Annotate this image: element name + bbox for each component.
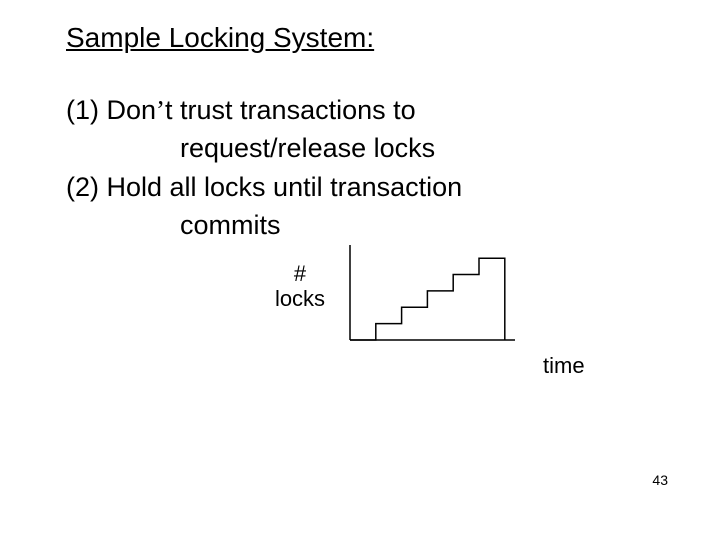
text-fragment: t trust transactions to (165, 95, 416, 125)
chart-series-line (350, 258, 505, 340)
slide: Sample Locking System: (1) Don’t trust t… (0, 0, 720, 540)
bullet-1-line-2: request/release locks (180, 133, 435, 164)
chart-x-axis-label: time (543, 353, 585, 379)
page-number: 43 (652, 472, 668, 488)
bullet-2-line-2: commits (180, 210, 281, 241)
slide-heading: Sample Locking System: (66, 22, 374, 54)
bullet-2-line-1: (2) Hold all locks until transaction (66, 172, 462, 203)
apostrophe: ’ (156, 95, 165, 125)
chart-axes-icon (350, 245, 515, 340)
bullet-1-line-1: (1) Don’t trust transactions to (66, 95, 416, 126)
text-fragment: (1) Don (66, 95, 156, 125)
chart-y-axis-label: #locks (270, 261, 330, 312)
locks-over-time-chart (340, 245, 520, 350)
